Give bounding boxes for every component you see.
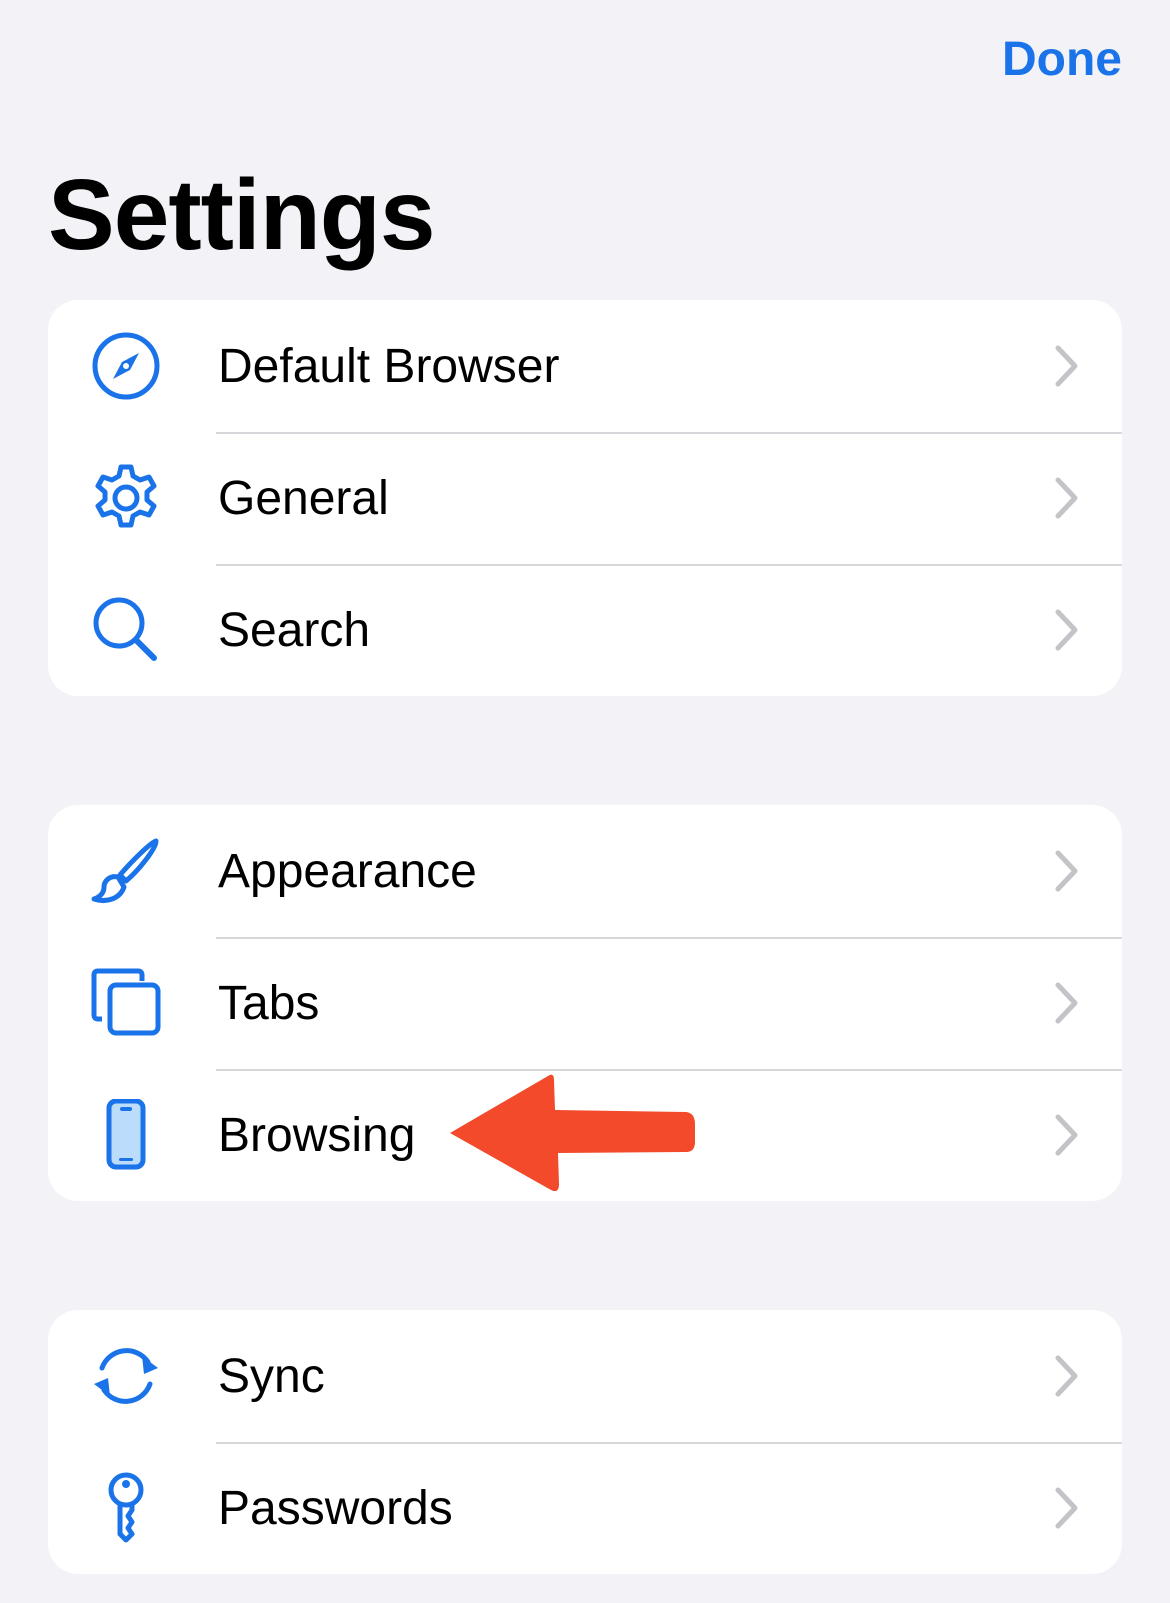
row-label: General xyxy=(218,471,389,525)
row-general[interactable]: General xyxy=(48,432,1122,564)
chevron-right-icon xyxy=(1055,609,1078,651)
search-icon xyxy=(90,594,162,666)
row-label: Sync xyxy=(218,1349,325,1403)
key-icon xyxy=(90,1472,162,1544)
row-passwords[interactable]: Passwords xyxy=(48,1442,1122,1574)
chevron-right-icon xyxy=(1055,982,1078,1024)
chevron-right-icon xyxy=(1055,1355,1078,1397)
row-appearance[interactable]: Appearance xyxy=(48,805,1122,937)
phone-icon xyxy=(90,1099,162,1171)
page-title: Settings xyxy=(48,159,435,271)
chevron-right-icon xyxy=(1055,1487,1078,1529)
settings-group-1: Default Browser General Search xyxy=(48,300,1122,696)
row-sync[interactable]: Sync xyxy=(48,1310,1122,1442)
row-browsing[interactable]: Browsing xyxy=(48,1069,1122,1201)
compass-icon xyxy=(90,330,162,402)
paintbrush-icon xyxy=(90,835,162,907)
chevron-right-icon xyxy=(1055,1114,1078,1156)
row-label: Search xyxy=(218,603,371,657)
sync-icon xyxy=(90,1340,162,1412)
row-default-browser[interactable]: Default Browser xyxy=(48,300,1122,432)
chevron-right-icon xyxy=(1055,345,1078,387)
row-search[interactable]: Search xyxy=(48,564,1122,696)
settings-group-2: Appearance Tabs Browsing xyxy=(48,805,1122,1201)
row-label: Browsing xyxy=(218,1108,416,1162)
done-button[interactable]: Done xyxy=(1002,32,1122,87)
row-label: Tabs xyxy=(218,976,320,1030)
settings-group-3: Sync Passwords xyxy=(48,1310,1122,1574)
gear-icon xyxy=(90,462,162,534)
row-label: Appearance xyxy=(218,844,477,898)
row-tabs[interactable]: Tabs xyxy=(48,937,1122,1069)
chevron-right-icon xyxy=(1055,477,1078,519)
chevron-right-icon xyxy=(1055,850,1078,892)
tabs-icon xyxy=(90,967,162,1039)
row-label: Passwords xyxy=(218,1481,453,1535)
row-label: Default Browser xyxy=(218,339,560,393)
